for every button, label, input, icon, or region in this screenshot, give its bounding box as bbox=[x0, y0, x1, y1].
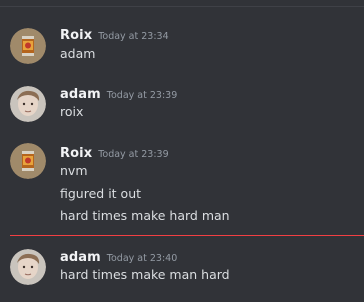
username[interactable]: adam bbox=[60, 87, 101, 102]
message-text: hard times make hard man bbox=[60, 208, 230, 223]
message-text: adam bbox=[60, 46, 96, 61]
timestamp[interactable]: Today at 23:40 bbox=[107, 253, 177, 264]
profile-photo-avatar-icon[interactable] bbox=[10, 249, 46, 285]
username[interactable]: adam bbox=[60, 250, 101, 265]
message-text: roix bbox=[60, 104, 84, 119]
top-divider bbox=[0, 6, 364, 7]
message-header: adam Today at 23:40 bbox=[60, 246, 177, 265]
username[interactable]: Roix bbox=[60, 28, 92, 43]
message-text: nvm bbox=[60, 163, 88, 178]
new-messages-divider bbox=[10, 235, 364, 236]
profile-photo-avatar-icon[interactable] bbox=[10, 86, 46, 122]
message-header: adam Today at 23:39 bbox=[60, 83, 177, 102]
soda-can-avatar-icon[interactable] bbox=[10, 143, 46, 179]
message-header: Roix Today at 23:34 bbox=[60, 24, 169, 43]
timestamp[interactable]: Today at 23:34 bbox=[98, 31, 168, 42]
username[interactable]: Roix bbox=[60, 146, 92, 161]
timestamp[interactable]: Today at 23:39 bbox=[98, 149, 168, 160]
message-text: figured it out bbox=[60, 186, 142, 201]
timestamp[interactable]: Today at 23:39 bbox=[107, 90, 177, 101]
chat-message-list: Roix Today at 23:34 adam adam Today at 23:… bbox=[0, 0, 364, 302]
message-header: Roix Today at 23:39 bbox=[60, 142, 169, 161]
message-text: hard times make man hard bbox=[60, 267, 230, 282]
soda-can-avatar-icon[interactable] bbox=[10, 28, 46, 64]
